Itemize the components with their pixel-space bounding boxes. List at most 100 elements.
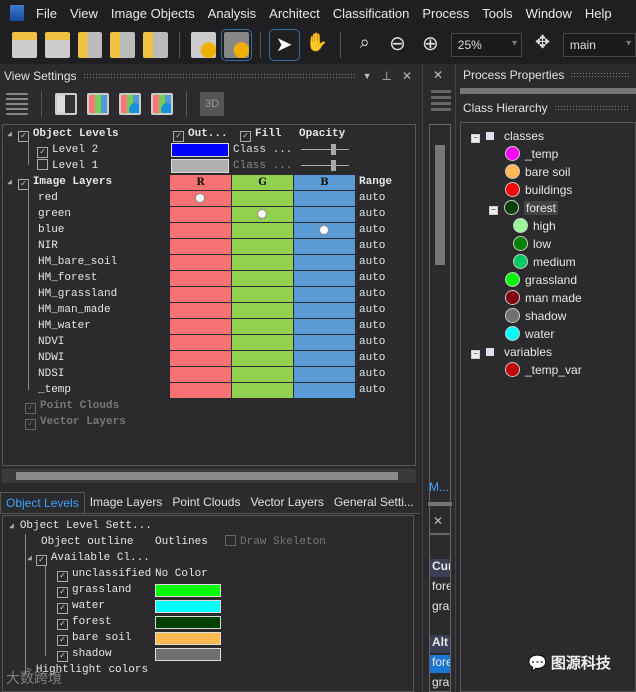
- menu-analysis[interactable]: Analysis: [208, 6, 256, 21]
- menu-view[interactable]: View: [70, 6, 98, 21]
- class-item[interactable]: medium: [513, 253, 576, 271]
- channel-cell-g[interactable]: [232, 335, 293, 350]
- channel-cell-g[interactable]: [232, 287, 293, 302]
- class-checkbox[interactable]: ✓: [57, 571, 68, 582]
- channel-cell-b[interactable]: [294, 255, 355, 270]
- collapse-icon[interactable]: −: [471, 350, 480, 359]
- remove-layer-icon[interactable]: [119, 93, 141, 115]
- image-layer-name[interactable]: HM_bare_soil: [38, 254, 117, 270]
- channel-cell-r[interactable]: [170, 319, 231, 334]
- class-item[interactable]: buildings: [505, 181, 572, 199]
- close-icon[interactable]: ✕: [402, 69, 412, 83]
- layers-coin-icon[interactable]: [191, 32, 216, 58]
- object-outline-value[interactable]: Outlines: [155, 534, 208, 550]
- channel-cell-r[interactable]: [170, 255, 231, 270]
- layer-range[interactable]: auto: [359, 350, 385, 366]
- image-layers-node[interactable]: ◢ ✓ Image Layers: [7, 174, 112, 190]
- class-visibility-row[interactable]: ✓ unclassified: [57, 566, 151, 582]
- layer-range[interactable]: auto: [359, 302, 385, 318]
- channel-cell-b[interactable]: [294, 191, 355, 206]
- image-layer-name[interactable]: red: [38, 190, 58, 206]
- level-outline-color[interactable]: [171, 159, 229, 173]
- menu-process[interactable]: Process: [422, 6, 469, 21]
- rgb-layer-icon[interactable]: [87, 93, 109, 115]
- layer-range[interactable]: auto: [359, 206, 385, 222]
- channel-cell-b[interactable]: [294, 351, 355, 366]
- channel-cell-b[interactable]: [294, 271, 355, 286]
- class-item[interactable]: low: [513, 235, 551, 253]
- channel-cell-r[interactable]: [170, 223, 231, 238]
- save-project-icon[interactable]: [44, 32, 70, 58]
- level-fill-mode[interactable]: Class ...: [233, 158, 292, 174]
- channel-cell-r[interactable]: [170, 303, 231, 318]
- channel-selected-radio[interactable]: [319, 225, 329, 235]
- image-layer-name[interactable]: NDSI: [38, 366, 64, 382]
- channel-cell-r[interactable]: [170, 367, 231, 382]
- import-icon[interactable]: [110, 32, 136, 58]
- channel-cell-g[interactable]: [232, 207, 293, 222]
- channel-cell-b[interactable]: [294, 207, 355, 222]
- add-image-icon[interactable]: [77, 32, 103, 58]
- pointer-icon[interactable]: ➤: [268, 29, 300, 61]
- tab-general-setti-[interactable]: General Setti...: [329, 492, 419, 513]
- channel-cell-g[interactable]: [232, 303, 293, 318]
- menu-classification[interactable]: Classification: [333, 6, 410, 21]
- class-color-swatch[interactable]: [155, 648, 221, 661]
- current-item[interactable]: fore: [432, 579, 450, 593]
- class-checkbox[interactable]: ✓: [57, 587, 68, 598]
- class-item[interactable]: water: [505, 325, 554, 343]
- layer-range[interactable]: auto: [359, 238, 385, 254]
- layer-range[interactable]: auto: [359, 334, 385, 350]
- class-visibility-row[interactable]: ✓ shadow: [57, 646, 112, 662]
- image-layer-name[interactable]: blue: [38, 222, 64, 238]
- zoom-in-icon[interactable]: ⊕: [418, 32, 443, 58]
- layer-range[interactable]: auto: [359, 318, 385, 334]
- channel-selected-radio[interactable]: [195, 193, 205, 203]
- channel-cell-r[interactable]: [170, 239, 231, 254]
- horizontal-scrollbar[interactable]: [2, 469, 416, 483]
- tab-object-levels[interactable]: Object Levels: [0, 492, 85, 513]
- class-checkbox[interactable]: ✓: [57, 619, 68, 630]
- image-layer-name[interactable]: HM_water: [38, 318, 91, 334]
- level-checkbox[interactable]: [37, 159, 48, 170]
- remove-list-icon[interactable]: [6, 93, 28, 115]
- class-visibility-row[interactable]: ✓ bare soil: [57, 630, 131, 646]
- menu-window[interactable]: Window: [526, 6, 572, 21]
- add-layer-icon[interactable]: [151, 93, 173, 115]
- class-color-value[interactable]: No Color: [155, 566, 208, 582]
- image-layer-name[interactable]: HM_forest: [38, 270, 97, 286]
- channel-selected-radio[interactable]: [257, 209, 267, 219]
- channel-cell-r[interactable]: [170, 351, 231, 366]
- zoom-area-icon[interactable]: ⌕: [352, 32, 377, 58]
- class-visibility-row[interactable]: ✓ water: [57, 598, 105, 614]
- class-color-swatch[interactable]: [155, 600, 221, 613]
- class-visibility-row[interactable]: ✓ forest: [57, 614, 112, 630]
- class-item[interactable]: shadow: [505, 307, 566, 325]
- menu-architect[interactable]: Architect: [269, 6, 320, 21]
- current-item[interactable]: gra: [432, 599, 449, 613]
- channel-cell-r[interactable]: [170, 191, 231, 206]
- channel-cell-r[interactable]: [170, 207, 231, 222]
- class-checkbox[interactable]: ✓: [57, 635, 68, 646]
- class-checkbox[interactable]: ✓: [57, 651, 68, 662]
- class-item[interactable]: bare soil: [505, 163, 570, 181]
- channel-cell-b[interactable]: [294, 383, 355, 398]
- 3d-view-button[interactable]: 3D: [200, 92, 224, 116]
- channel-cell-g[interactable]: [232, 383, 293, 398]
- object-level-settings-node[interactable]: ◢ Object Level Sett...: [9, 518, 152, 534]
- opacity-slider[interactable]: [301, 142, 349, 158]
- vector-layers-node[interactable]: ✓ Vector Layers: [25, 414, 126, 430]
- image-layer-name[interactable]: green: [38, 206, 71, 222]
- channel-cell-g[interactable]: [232, 223, 293, 238]
- channel-cell-g[interactable]: [232, 271, 293, 286]
- class-group[interactable]: − forest: [489, 199, 559, 217]
- layer-range[interactable]: auto: [359, 222, 385, 238]
- channel-cell-r[interactable]: [170, 271, 231, 286]
- close-icon[interactable]: ✕: [433, 514, 443, 528]
- image-layer-name[interactable]: NIR: [38, 238, 58, 254]
- menu-image-objects[interactable]: Image Objects: [111, 6, 195, 21]
- class-item[interactable]: grassland: [505, 271, 577, 289]
- tab-image-layers[interactable]: Image Layers: [85, 492, 168, 513]
- draw-skeleton-checkbox[interactable]: Draw Skeleton: [225, 534, 326, 550]
- zoom-out-icon[interactable]: ⊖: [385, 32, 410, 58]
